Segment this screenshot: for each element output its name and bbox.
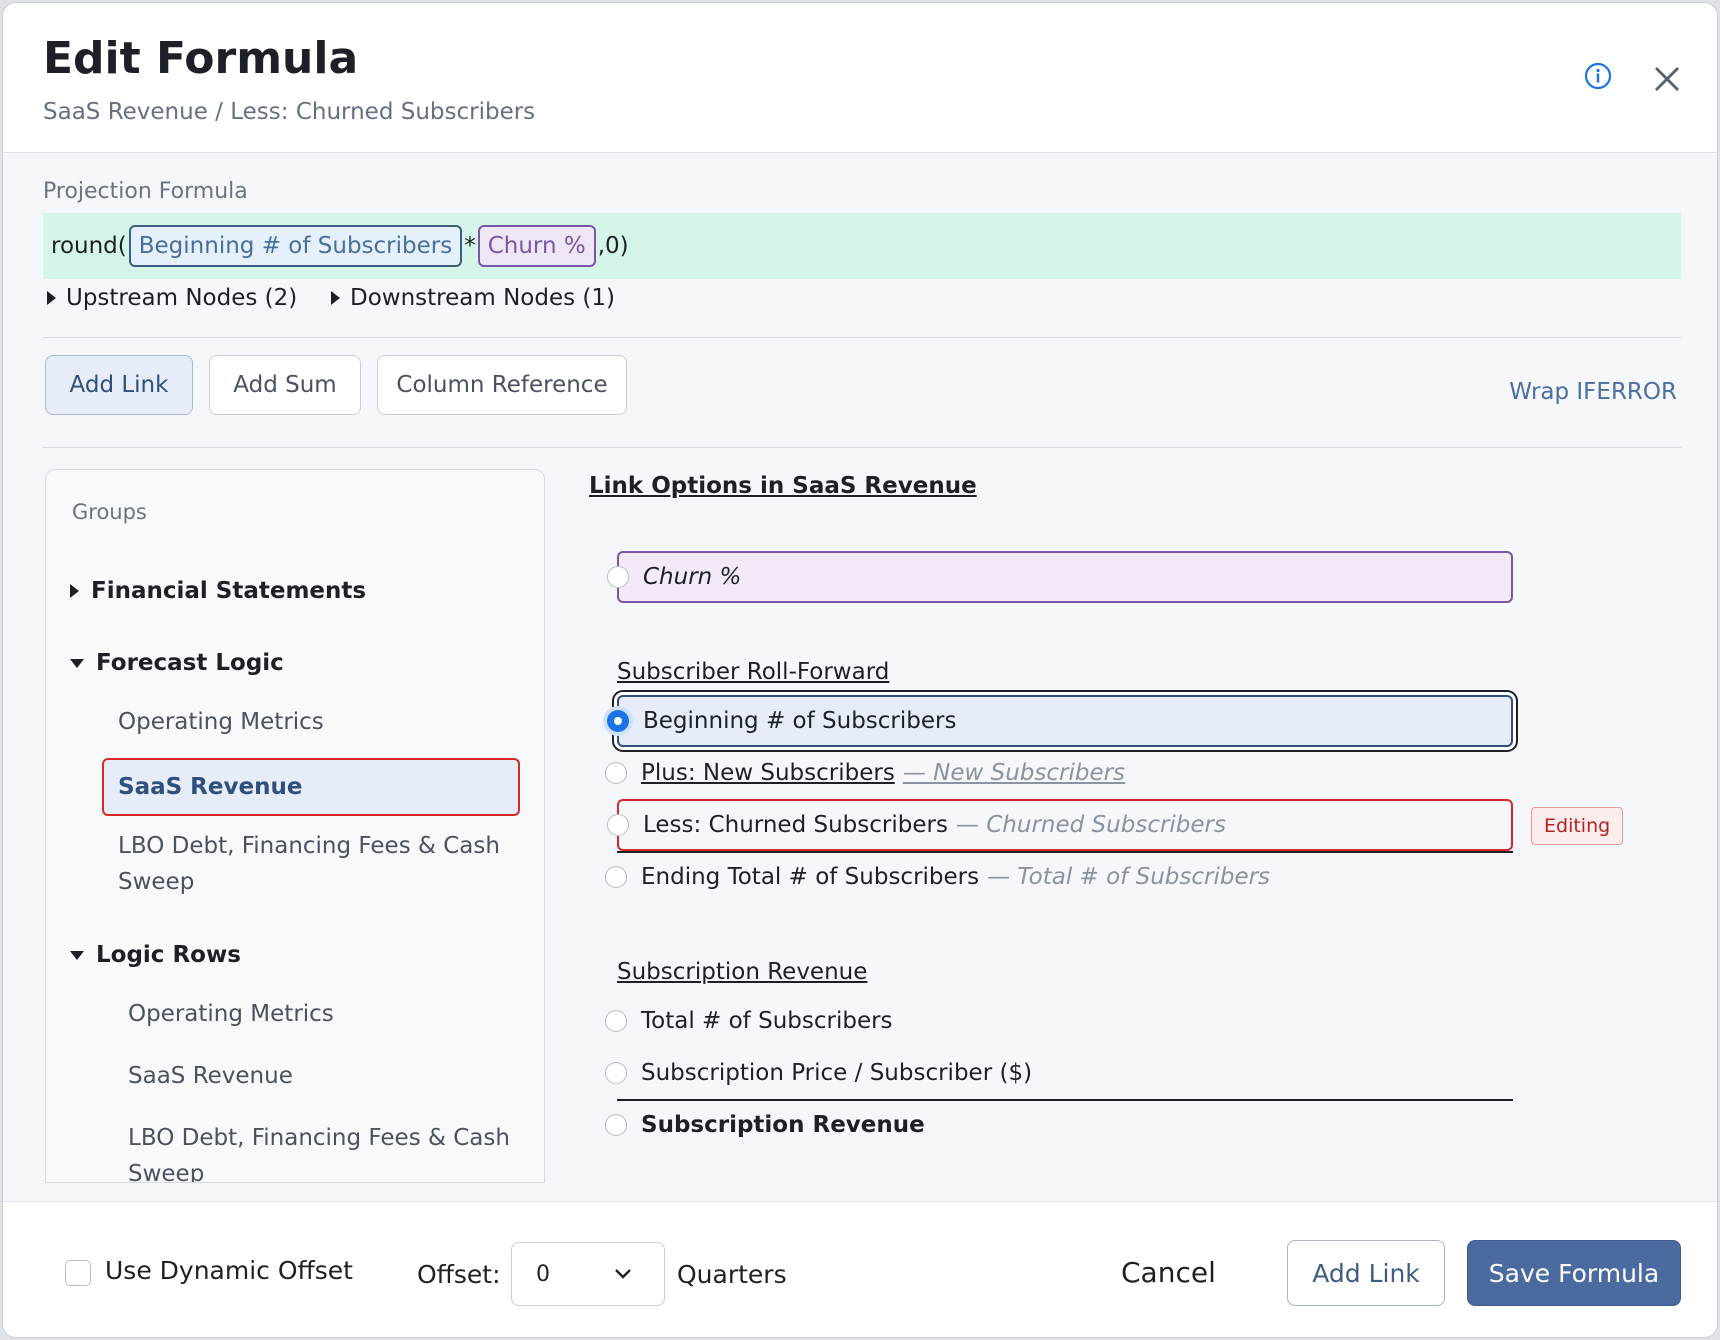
dialog-footer: Use Dynamic Offset Offset: 0 Quarters Ca…: [3, 1201, 1717, 1337]
offset-unit-label: Quarters: [677, 1260, 787, 1289]
caret-right-icon: [70, 584, 79, 598]
option-churn-percent[interactable]: Churn %: [607, 551, 1513, 603]
formula-operator: *: [464, 233, 476, 259]
add-link-button[interactable]: Add Link: [1287, 1240, 1445, 1306]
logic-item-lbo-debt[interactable]: LBO Debt, Financing Fees & Cash Sweep: [128, 1120, 528, 1182]
option-label: Beginning # of Subscribers: [643, 708, 957, 734]
divider: [43, 447, 1681, 448]
group-item-saas-revenue[interactable]: SaaS Revenue: [102, 758, 520, 816]
option-label: Subscription Revenue: [641, 1112, 925, 1138]
offset-label: Offset:: [417, 1260, 501, 1289]
option-label: Ending Total # of Subscribers: [641, 864, 980, 890]
group-label: Logic Rows: [96, 942, 241, 968]
breadcrumb: SaaS Revenue / Less: Churned Subscribers: [43, 99, 536, 125]
group-label: Forecast Logic: [96, 650, 284, 676]
formula-editor[interactable]: round( Beginning # of Subscribers * Chur…: [43, 213, 1681, 279]
option-label: Total # of Subscribers: [641, 1008, 893, 1034]
group-forecast-logic[interactable]: Forecast Logic: [70, 650, 284, 676]
cancel-button[interactable]: Cancel: [1121, 1256, 1216, 1289]
wrap-iferror-link[interactable]: Wrap IFERROR: [1509, 379, 1677, 405]
radio-button[interactable]: [605, 866, 627, 888]
option-subscription-price[interactable]: Subscription Price / Subscriber ($): [605, 1047, 1513, 1099]
logic-item-operating-metrics[interactable]: Operating Metrics: [128, 996, 334, 1032]
section-subscriber-roll-forward: Subscriber Roll-Forward: [617, 659, 890, 685]
divider: [43, 337, 1681, 338]
group-logic-rows[interactable]: Logic Rows: [70, 942, 241, 968]
formula-chip-beginning-subscribers[interactable]: Beginning # of Subscribers: [128, 225, 463, 267]
section-subscription-revenue: Subscription Revenue: [617, 959, 868, 985]
formula-label: Projection Formula: [43, 179, 248, 204]
radio-button[interactable]: [607, 814, 629, 836]
option-ending-total-subscribers[interactable]: Ending Total # of Subscribers — Total # …: [605, 851, 1513, 903]
dialog-header: Edit Formula SaaS Revenue / Less: Churne…: [3, 3, 1717, 153]
radio-button[interactable]: [605, 762, 627, 784]
option-sublabel: — Total # of Subscribers: [987, 864, 1271, 890]
caret-down-icon: [70, 658, 84, 668]
option-total-subscribers[interactable]: Total # of Subscribers: [605, 995, 1513, 1047]
offset-value: 0: [536, 1261, 550, 1287]
dynamic-offset-label: Use Dynamic Offset: [105, 1256, 353, 1285]
upstream-nodes-toggle[interactable]: Upstream Nodes (2): [47, 285, 297, 311]
save-formula-button[interactable]: Save Formula: [1467, 1240, 1681, 1306]
caret-right-icon: [47, 291, 56, 305]
radio-button-selected[interactable]: [607, 710, 629, 732]
group-item-lbo-debt[interactable]: LBO Debt, Financing Fees & Cash Sweep: [118, 828, 518, 900]
dynamic-offset-checkbox[interactable]: [65, 1260, 91, 1286]
close-icon[interactable]: [1651, 63, 1683, 95]
formula-suffix: ,0): [597, 233, 629, 259]
column-reference-tab[interactable]: Column Reference: [377, 355, 627, 415]
edit-formula-dialog: Edit Formula SaaS Revenue / Less: Churne…: [2, 2, 1718, 1338]
option-sublabel: — New Subscribers: [902, 760, 1126, 786]
option-label: Subscription Price / Subscriber ($): [641, 1060, 1033, 1086]
groups-panel: Groups Financial Statements Forecast Log…: [45, 469, 545, 1183]
group-financial-statements[interactable]: Financial Statements: [70, 578, 366, 604]
page-title: Edit Formula: [43, 33, 359, 84]
formula-chip-churn[interactable]: Churn %: [477, 225, 596, 267]
option-label: Less: Churned Subscribers: [643, 812, 948, 838]
radio-button[interactable]: [605, 1114, 627, 1136]
option-beginning-subscribers[interactable]: Beginning # of Subscribers: [607, 695, 1513, 747]
group-label: Financial Statements: [91, 578, 367, 604]
formula-prefix: round(: [51, 233, 127, 259]
groups-label: Groups: [72, 500, 147, 524]
offset-select[interactable]: 0: [511, 1242, 665, 1306]
option-label: Plus: New Subscribers: [641, 760, 895, 786]
link-options-title: Link Options in SaaS Revenue: [589, 473, 977, 499]
option-sublabel: — Churned Subscribers: [955, 812, 1226, 838]
caret-down-icon: [70, 950, 84, 960]
group-item-operating-metrics[interactable]: Operating Metrics: [118, 704, 324, 740]
upstream-nodes-label: Upstream Nodes (2): [66, 285, 298, 311]
logic-item-saas-revenue[interactable]: SaaS Revenue: [128, 1058, 293, 1094]
option-subscription-revenue[interactable]: Subscription Revenue: [605, 1099, 1513, 1151]
add-link-tab[interactable]: Add Link: [45, 355, 193, 415]
option-less-churned-subscribers[interactable]: Less: Churned Subscribers — Churned Subs…: [607, 799, 1513, 851]
radio-button[interactable]: [605, 1062, 627, 1084]
option-plus-new-subscribers[interactable]: Plus: New Subscribers — New Subscribers: [605, 747, 1513, 799]
downstream-nodes-toggle[interactable]: Downstream Nodes (1): [331, 285, 615, 311]
chevron-down-icon: [615, 1269, 631, 1279]
info-icon[interactable]: [1583, 61, 1613, 91]
editing-badge: Editing: [1531, 807, 1624, 845]
caret-right-icon: [331, 291, 340, 305]
radio-button[interactable]: [607, 566, 629, 588]
option-label: Churn %: [643, 564, 742, 590]
radio-button[interactable]: [605, 1010, 627, 1032]
downstream-nodes-label: Downstream Nodes (1): [350, 285, 615, 311]
add-sum-tab[interactable]: Add Sum: [209, 355, 361, 415]
